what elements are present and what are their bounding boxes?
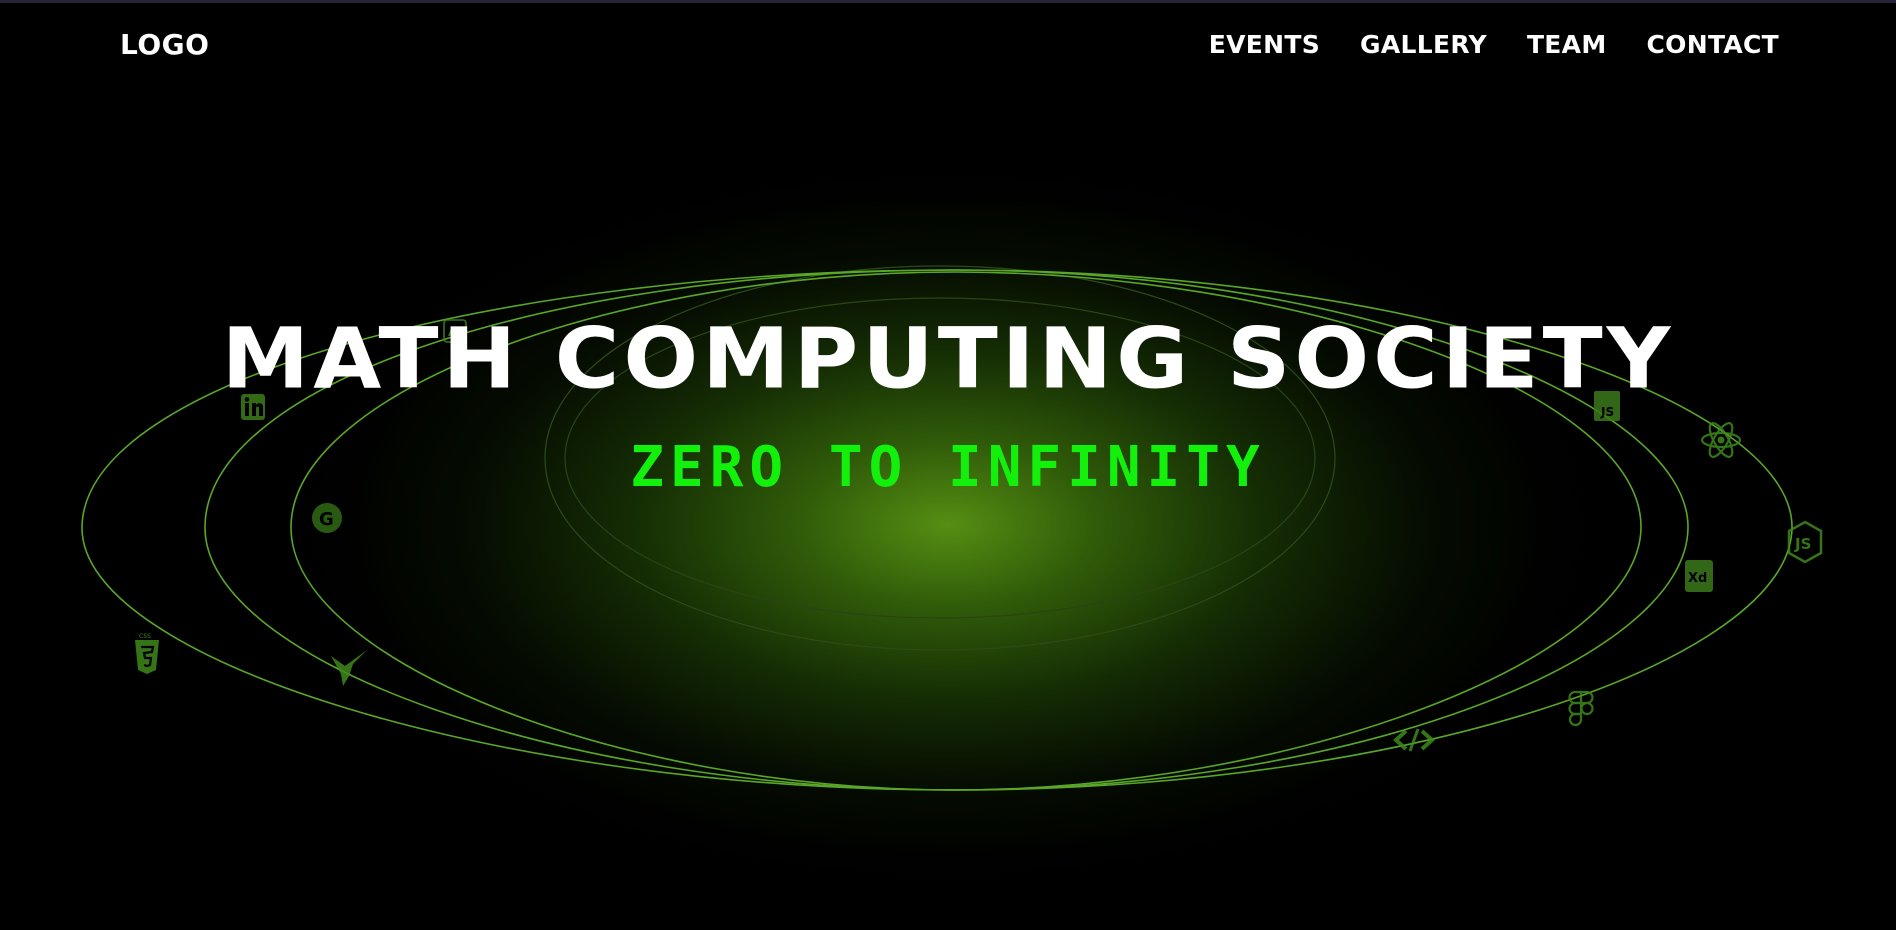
hero-subtitle: ZERO TO INFINITY bbox=[630, 435, 1266, 500]
svg-text:Xd: Xd bbox=[1688, 571, 1707, 586]
google-icon: G bbox=[311, 500, 343, 540]
nav-link-events[interactable]: EVENTS bbox=[1209, 30, 1320, 59]
svg-text:JS: JS bbox=[1794, 535, 1811, 553]
svg-text:G: G bbox=[319, 509, 334, 530]
nav-links: EVENTS GALLERY TEAM CONTACT bbox=[1209, 30, 1779, 59]
nodejs-icon: JS bbox=[1787, 520, 1823, 568]
figma-icon bbox=[1568, 690, 1594, 736]
hero-title: MATH COMPUTING SOCIETY bbox=[221, 309, 1675, 408]
nav-link-team[interactable]: TEAM bbox=[1527, 30, 1607, 59]
nav-link-gallery[interactable]: GALLERY bbox=[1360, 30, 1487, 59]
css3-icon: CSS bbox=[133, 632, 161, 680]
hummingbird-icon bbox=[327, 646, 371, 694]
adobe-xd-icon: Xd bbox=[1685, 560, 1713, 596]
svg-text:CSS: CSS bbox=[139, 633, 151, 640]
top-nav: LOGO EVENTS GALLERY TEAM CONTACT bbox=[0, 0, 1896, 90]
nav-link-contact[interactable]: CONTACT bbox=[1647, 30, 1779, 59]
logo[interactable]: LOGO bbox=[120, 28, 209, 61]
code-brackets-icon bbox=[1392, 725, 1436, 759]
